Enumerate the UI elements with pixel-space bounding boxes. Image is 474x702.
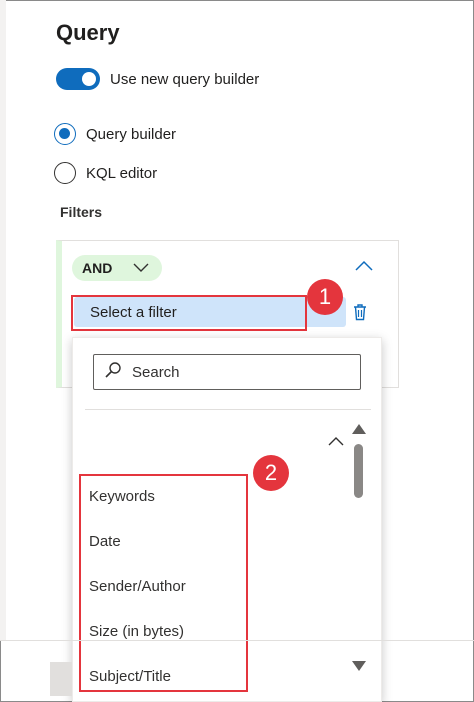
page-title: Query (56, 20, 120, 45)
radio-query-builder-label: Query builder (86, 125, 177, 143)
chevron-down-icon (132, 259, 150, 278)
new-query-builder-toggle-row[interactable]: Use new query builder (56, 68, 259, 90)
chevron-up-icon[interactable] (354, 259, 374, 278)
search-box[interactable] (93, 354, 361, 390)
radio-kql-editor-label: KQL editor (86, 164, 158, 182)
callout-highlight-box-2 (79, 474, 248, 692)
filters-label: Filters (60, 204, 103, 220)
trash-icon[interactable] (352, 303, 368, 326)
new-query-builder-toggle[interactable] (56, 68, 100, 90)
chevron-up-icon[interactable] (327, 434, 345, 452)
footer-divider (0, 640, 474, 641)
search-icon (104, 361, 122, 384)
divider (85, 409, 371, 410)
radio-kql-editor[interactable]: KQL editor (54, 161, 157, 185)
callout-badge-1: 1 (307, 279, 343, 315)
operator-dropdown[interactable]: AND (72, 255, 162, 281)
radio-query-builder-button[interactable] (54, 123, 76, 145)
search-input[interactable] (132, 363, 332, 381)
radio-query-builder[interactable]: Query builder (54, 122, 176, 146)
left-rule (0, 0, 6, 640)
callout-badge-2: 2 (253, 455, 289, 491)
scroll-down-arrow-icon[interactable] (352, 658, 366, 676)
toggle-knob (82, 72, 96, 86)
toggle-label: Use new query builder (110, 70, 260, 88)
radio-kql-editor-button[interactable] (54, 162, 76, 184)
operator-label: AND (82, 260, 113, 276)
scroll-up-arrow-icon[interactable] (352, 421, 366, 439)
callout-highlight-box-1 (71, 295, 307, 331)
scrollbar-thumb[interactable] (354, 444, 363, 498)
footer-button[interactable] (50, 662, 72, 696)
